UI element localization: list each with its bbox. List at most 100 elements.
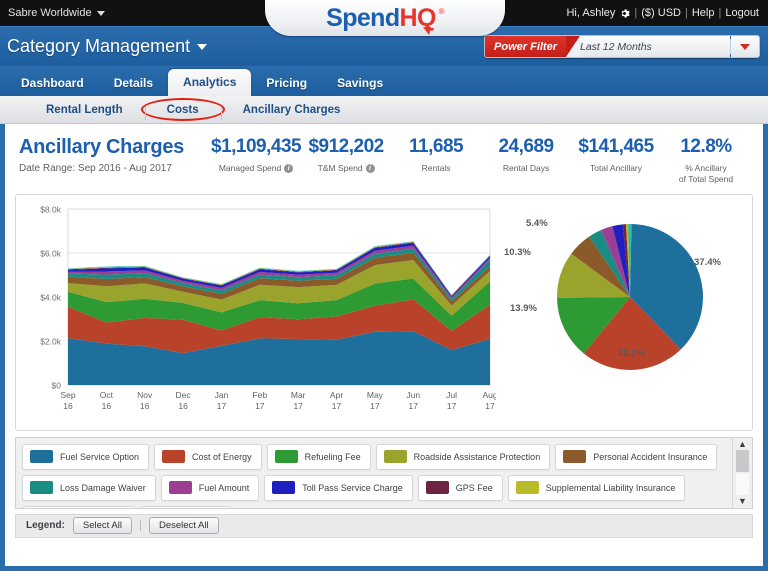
kpi-label: T&M Spend i — [301, 163, 391, 174]
x-axis-tick-label: 16 — [178, 401, 188, 411]
legend-item-supplemental-liability-insurance[interactable]: Supplemental Liability Insurance — [507, 474, 686, 501]
separator: | — [685, 7, 688, 19]
user-greeting: Hi, Ashley — [566, 7, 616, 19]
legend-color-swatch — [30, 450, 53, 464]
info-icon[interactable]: i — [365, 164, 375, 174]
kpi-label-text: Rental Days — [502, 163, 550, 173]
summary-title: Ancillary Charges — [19, 136, 184, 158]
y-axis-tick-label: $8.0k — [40, 204, 62, 214]
x-axis-tick-label: 17 — [447, 401, 457, 411]
x-axis-tick-label: 16 — [140, 401, 150, 411]
registered-mark: ® — [438, 6, 445, 16]
legend-color-swatch — [425, 481, 449, 495]
legend-item-gps-fee[interactable]: GPS Fee — [417, 474, 503, 501]
x-axis-tick-label: May — [367, 390, 384, 400]
tab-details[interactable]: Details — [99, 71, 168, 96]
select-all-button[interactable]: Select All — [72, 517, 132, 535]
x-axis-tick-label: Jul — [446, 390, 457, 400]
x-axis-tick-label: Oct — [100, 390, 114, 400]
brand-logo[interactable]: SpendHQ® — [265, 0, 505, 36]
tab-dashboard[interactable]: Dashboard — [6, 71, 99, 96]
subtab-rental-length[interactable]: Rental Length — [24, 104, 145, 116]
x-axis-tick-label: Nov — [137, 390, 153, 400]
org-switcher[interactable]: Sabre Worldwide — [8, 7, 105, 19]
power-filter-value: Last 12 Months — [580, 36, 730, 57]
chevron-down-icon — [96, 10, 105, 16]
legend-scrollbar[interactable]: ▲ ▼ — [732, 437, 752, 508]
legend-item-label: GPS Fee — [455, 482, 493, 493]
kpi-label: Total Ancillary — [571, 163, 661, 174]
chart-panel: $0 $2.0k $4.0k $6.0k $8.0k Sep 16 Oct 16 Nov 16 Dec… — [15, 193, 753, 431]
legend-item-fuel-service-option[interactable]: Fuel Service Option — [22, 443, 150, 470]
legend-item-additional-driver[interactable]: Additional Driver — [22, 505, 137, 508]
legend-item-cost-of-energy[interactable]: Cost of Energy — [154, 443, 262, 470]
legend-item-personal-accident-insurance[interactable]: Personal Accident Insurance — [555, 443, 718, 470]
tab-pricing[interactable]: Pricing — [251, 71, 322, 96]
help-link[interactable]: Help — [692, 7, 715, 19]
legend-item-child-seat[interactable]: Child Seat — [141, 505, 231, 508]
tab-analytics[interactable]: Analytics — [168, 69, 252, 96]
x-axis-tick-label: 16 — [63, 401, 73, 411]
kpi-value: 12.8% — [680, 136, 732, 157]
x-axis-tick-label: 17 — [217, 401, 227, 411]
kpi-ancillary-of-total-spend: 12.8% % Ancillary of Total Spend — [661, 136, 751, 186]
legend-color-swatch — [563, 450, 587, 464]
pie-percentage-label: 5.4% — [526, 217, 548, 229]
kpi-value: $912,202 — [308, 136, 384, 157]
kpi-label: Rentals — [391, 163, 481, 174]
kpi-label-text: T&M Spend — [317, 163, 363, 173]
info-icon[interactable]: i — [284, 164, 294, 174]
kpi-label-text: Total Ancillary — [590, 163, 643, 173]
x-axis-tick-label: 16 — [102, 401, 112, 411]
gear-icon[interactable] — [619, 8, 631, 19]
kpi-managed-spend: $1,109,435 Managed Spend i — [211, 136, 302, 186]
legend-color-swatch — [515, 481, 539, 495]
subtab-ancillary-charges[interactable]: Ancillary Charges — [220, 104, 363, 120]
legend-item-roadside-assistance-protection[interactable]: Roadside Assistance Protection — [375, 443, 551, 470]
currency-link[interactable]: ($) USD — [641, 7, 681, 19]
legend-item-label: Toll Pass Service Charge — [302, 482, 403, 493]
main-content: Ancillary Charges Date Range: Sep 2016 -… — [0, 124, 768, 571]
series-legend-list: Fuel Service Option Cost of Energy Refueli… — [16, 438, 732, 508]
chevron-down-icon[interactable]: ▼ — [738, 496, 747, 506]
subtab-costs[interactable]: Costs — [144, 104, 221, 120]
page-title-dropdown[interactable]: Category Management — [7, 36, 208, 57]
power-filter[interactable]: Power Filter Last 12 Months — [484, 35, 760, 58]
org-name: Sabre Worldwide — [8, 7, 92, 19]
kpi-label: Rental Days — [481, 163, 571, 174]
deselect-all-button[interactable]: Deselect All — [148, 517, 219, 535]
kpi-value: 11,685 — [409, 136, 464, 157]
legend-item-fuel-amount[interactable]: Fuel Amount — [160, 474, 260, 501]
pie-chart[interactable]: 37.4% 23.2% 13.9% 10.3% 5.4% — [496, 195, 764, 430]
legend-item-label: Personal Accident Insurance — [593, 451, 708, 462]
user-utilities: Hi, Ashley | ($) USD | Help | Logout — [566, 7, 759, 19]
legend-color-swatch — [272, 481, 296, 495]
legend-color-swatch — [383, 450, 407, 464]
scrollbar-thumb[interactable] — [736, 449, 749, 472]
power-filter-dropdown-button[interactable] — [731, 36, 759, 57]
logo-text-spend: Spend — [326, 3, 400, 32]
scrollbar-track[interactable] — [736, 473, 749, 495]
kpi-t-m-spend: $912,202 T&M Spend i — [301, 136, 391, 186]
logout-link[interactable]: Logout — [725, 7, 759, 19]
chevron-up-icon[interactable]: ▲ — [738, 439, 747, 449]
x-axis-tick-label: 17 — [293, 401, 303, 411]
y-axis-tick-label: $0 — [52, 380, 62, 390]
summary-heading: Ancillary Charges Date Range: Sep 2016 -… — [19, 136, 211, 174]
power-filter-label: Power Filter — [485, 36, 566, 57]
legend-item-loss-damage-waiver[interactable]: Loss Damage Waiver — [22, 474, 156, 501]
summary-date-range: Date Range: Sep 2016 - Aug 2017 — [19, 163, 172, 174]
legend-item-label: Supplemental Liability Insurance — [545, 482, 676, 493]
logo-pin-tail-icon — [422, 26, 431, 35]
legend-item-toll-pass-service-charge[interactable]: Toll Pass Service Charge — [264, 474, 413, 501]
legend-color-swatch — [274, 450, 298, 464]
legend-item-refueling-fee[interactable]: Refueling Fee — [266, 443, 371, 470]
legend-color-swatch — [168, 481, 192, 495]
x-axis-tick-label: Dec — [176, 390, 192, 400]
y-axis-tick-label: $4.0k — [40, 292, 62, 302]
x-axis-tick-label: Mar — [291, 390, 306, 400]
tab-savings[interactable]: Savings — [322, 71, 398, 96]
x-axis-tick-label: 17 — [332, 401, 342, 411]
x-axis-tick-label: 17 — [485, 401, 495, 411]
stacked-area-chart[interactable]: $0 $2.0k $4.0k $6.0k $8.0k Sep 16 Oct 16 Nov 16 Dec… — [16, 195, 498, 430]
